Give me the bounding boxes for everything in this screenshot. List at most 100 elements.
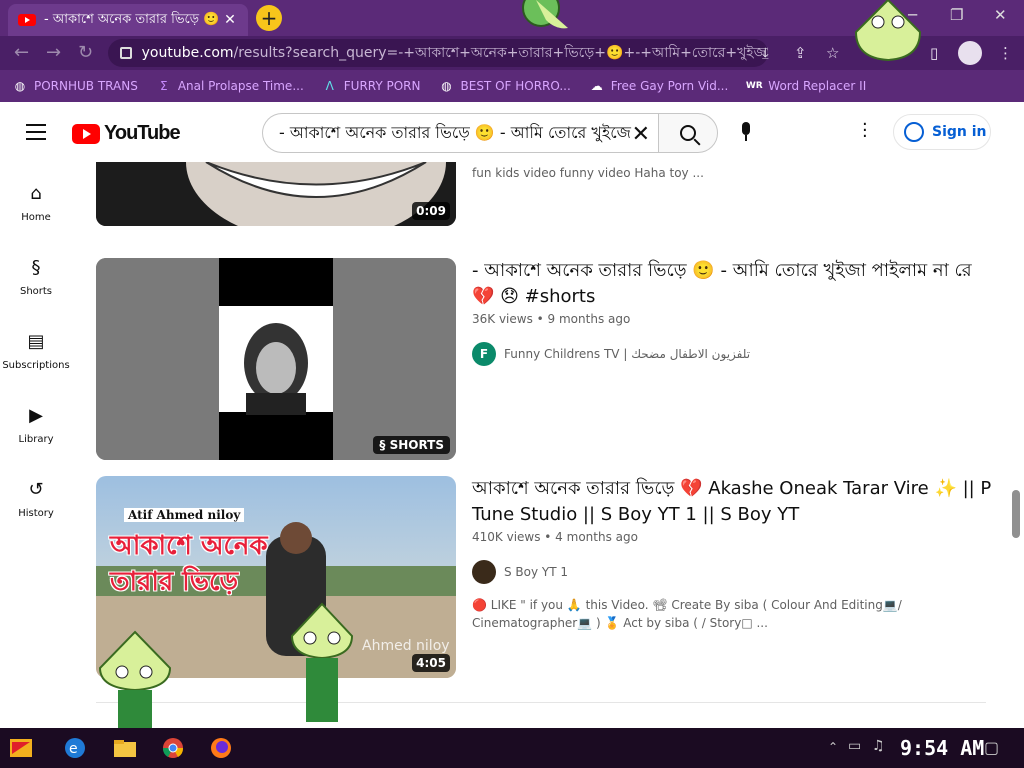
guide-item-library[interactable]: ▶ Library [0, 404, 72, 445]
side-panel-icon[interactable]: ▯ [930, 44, 938, 62]
maximize-icon[interactable]: ❐ [950, 6, 963, 24]
profile-avatar-icon[interactable] [958, 41, 982, 65]
back-arrow-icon[interactable]: ← [14, 42, 29, 63]
globe-icon: ◍ [441, 79, 452, 93]
guide-item-subscriptions[interactable]: ▤ Subscriptions [0, 330, 72, 371]
notifications-icon[interactable]: ▢ [984, 738, 999, 757]
url-path: /results?search_query=-+আকাশে+অনেক+তারার… [233, 45, 768, 61]
thumbnail-overlay-title: আকাশে অনেক তারার ভিড়ে [110, 531, 268, 597]
guide-label: History [18, 508, 54, 519]
channel-name: Funny Childrens TV | تلفزيون الاطفال مضح… [504, 347, 751, 361]
tray-overflow-icon[interactable]: ⌃ [828, 740, 838, 754]
shorts-badge: § SHORTS [373, 436, 450, 454]
bookmark-star-icon[interactable]: ☆ [826, 44, 839, 62]
close-window-icon[interactable]: ✕ [994, 6, 1007, 24]
share-icon[interactable]: ⇪ [794, 44, 807, 62]
start-button-icon[interactable] [8, 736, 34, 760]
hamburger-menu-icon[interactable] [26, 124, 46, 140]
guide-item-shorts[interactable]: § Shorts [0, 256, 72, 297]
guide-item-history[interactable]: ↺ History [0, 478, 72, 519]
bookmarks-bar: ◍ PORNHUB TRANS Σ Anal Prolapse Time... … [0, 70, 1024, 102]
bookmark-label: Anal Prolapse Time... [177, 79, 304, 93]
wr-icon: WR [745, 81, 763, 91]
thumbnail-caption: Ahmed niloy [362, 638, 450, 654]
file-explorer-icon[interactable] [112, 736, 138, 760]
guide-sidebar: ⌂ Home § Shorts ▤ Subscriptions ▶ Librar… [0, 162, 72, 728]
bookmark-item[interactable]: WR Word Replacer II [746, 78, 866, 94]
peridot-cursor-decoration [522, 0, 568, 29]
chrome-menu-icon[interactable]: ⋮ [998, 44, 1013, 62]
guide-item-home[interactable]: ⌂ Home [0, 182, 72, 223]
network-icon[interactable]: ▭ [848, 738, 861, 754]
peridot-cursor-decoration [290, 602, 354, 722]
home-icon: ⌂ [30, 183, 42, 204]
forward-arrow-icon[interactable]: → [46, 42, 61, 63]
firefox-browser-icon[interactable] [208, 736, 234, 760]
edge-browser-icon[interactable]: e [62, 736, 88, 760]
globe-icon: ◍ [14, 79, 26, 93]
video-thumbnail[interactable]: § SHORTS [96, 258, 456, 460]
video-duration: 0:09 [412, 202, 450, 220]
search-input[interactable]: - আকাশে অনেক তারার ভিড়ে 🙂 - আমি তোরে খু… [262, 113, 658, 153]
guide-label: Home [21, 212, 51, 223]
channel-avatar [472, 560, 496, 584]
sign-in-label: Sign in [932, 124, 987, 140]
channel-link[interactable]: F Funny Childrens TV | تلفزيون الاطفال م… [472, 342, 750, 366]
youtube-play-icon [72, 123, 100, 144]
settings-menu-icon[interactable]: · · · [862, 116, 868, 146]
clear-search-icon[interactable]: ✕ [632, 122, 650, 147]
guide-label: Subscriptions [2, 360, 70, 371]
url-host: youtube.com [141, 45, 234, 61]
microphone-icon[interactable] [738, 122, 754, 144]
divider [96, 702, 986, 703]
new-tab-button[interactable]: + [256, 5, 282, 31]
lock-icon [120, 47, 132, 59]
bookmark-item[interactable]: ◍ BEST OF HORRO... [439, 78, 571, 94]
library-icon: ▶ [29, 405, 43, 426]
channel-link[interactable]: S Boy YT 1 [472, 560, 568, 584]
youtube-masthead: YouTube - আকাশে অনেক তারার ভিড়ে 🙂 - আমি… [0, 102, 1024, 162]
subscriptions-icon: ▤ [27, 331, 45, 352]
search-results: 0:09 fun kids video funny video Haha toy… [96, 162, 996, 728]
shorts-icon: § [31, 257, 41, 278]
bookmark-item[interactable]: Σ Anal Prolapse Time... [156, 78, 304, 94]
reload-icon[interactable]: ↻ [78, 42, 93, 63]
bookmark-label: BEST OF HORRO... [460, 79, 571, 93]
video-title[interactable]: আকাশে অনেক তারার ভিড়ে 💔 Akashe Oneak Ta… [472, 476, 992, 528]
video-duration: 4:05 [412, 654, 450, 672]
video-snippet: 🔴 LIKE " if you 🙏 this Video. 📽 Create B… [472, 598, 902, 630]
page-scrollbar[interactable] [1012, 490, 1020, 538]
video-metadata: 36K views • 9 months ago [472, 312, 631, 326]
sigma-icon: Σ [160, 79, 168, 93]
video-title[interactable]: - আকাশে অনেক তারার ভিড়ে 🙂 - আমি তোরে খু… [472, 258, 992, 310]
video-thumbnail[interactable]: 0:09 [96, 162, 456, 226]
tab-title: - আকাশে অনেক তারার ভিড়ে 🙂 - আমি তোরে খু… [44, 11, 222, 27]
ghost-icon: ☁ [590, 79, 603, 93]
youtube-logo[interactable]: YouTube [72, 122, 181, 145]
chrome-browser-icon[interactable] [160, 736, 186, 760]
volume-icon[interactable]: ♫ [872, 738, 885, 754]
install-icon[interactable]: ⤓ [762, 44, 769, 62]
bookmark-item[interactable]: ◍ PORNHUB TRANS [12, 78, 138, 94]
peridot-cursor-decoration [98, 630, 172, 728]
search-query-text: - আকাশে অনেক তারার ভিড়ে 🙂 - আমি তোরে খু… [279, 122, 631, 142]
address-bar[interactable]: youtube.com /results?search_query=-+আকাশ… [108, 39, 768, 67]
thumbnail-image [96, 162, 456, 226]
bookmark-item[interactable]: ☁ Free Gay Porn Vid... [589, 78, 728, 94]
sign-in-button[interactable]: Sign in [893, 114, 991, 150]
bookmark-label: Free Gay Porn Vid... [610, 79, 729, 93]
youtube-favicon-icon [18, 14, 36, 26]
video-snippet: fun kids video funny video Haha toy ... [472, 166, 704, 180]
thumbnail-overlay-name: Atif Ahmed niloy [124, 508, 245, 522]
guide-label: Library [18, 434, 54, 445]
bookmark-item[interactable]: Λ FURRY PORN [322, 78, 421, 94]
peridot-cursor-decoration [854, 0, 922, 62]
lambda-icon: Λ [325, 79, 334, 93]
search-button[interactable] [658, 113, 718, 153]
bookmark-label: FURRY PORN [343, 79, 421, 93]
taskbar-clock[interactable]: 9:54 AM [900, 736, 984, 760]
user-circle-icon [904, 122, 924, 142]
thumbnail-image [96, 258, 456, 460]
browser-tab-active[interactable]: - আকাশে অনেক তারার ভিড়ে 🙂 - আমি তোরে খু… [8, 4, 248, 36]
tab-close-icon[interactable]: ✕ [222, 12, 238, 28]
